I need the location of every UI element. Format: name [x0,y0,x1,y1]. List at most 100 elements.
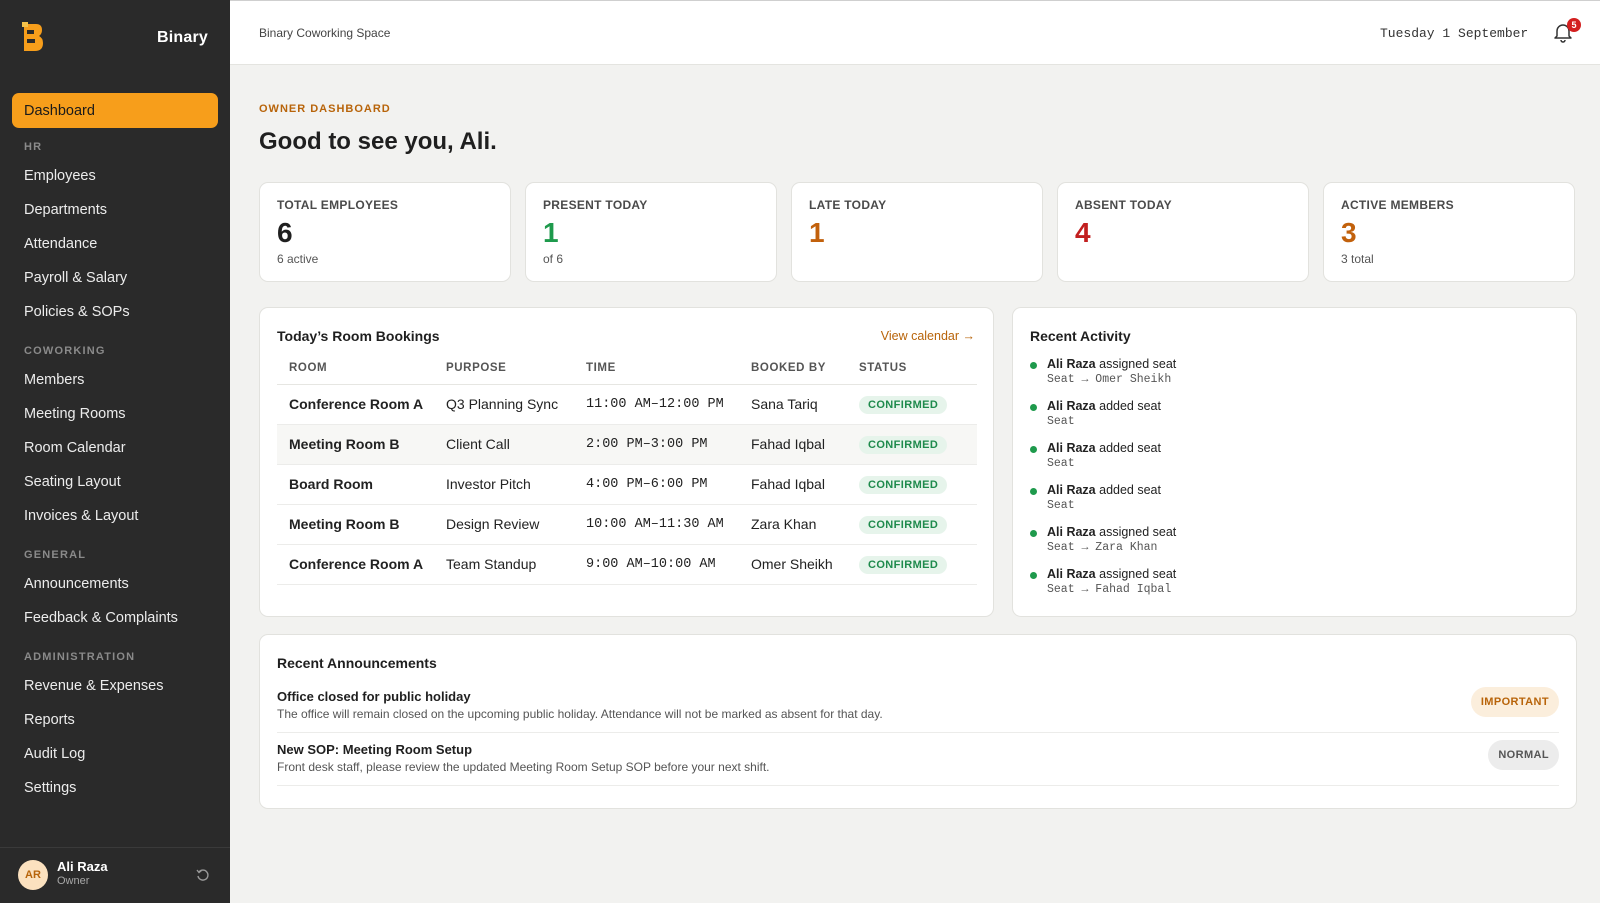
activity-action: assigned seat [1099,357,1177,371]
booking-status-cell: CONFIRMED [847,504,977,545]
announcement-item[interactable]: New SOP: Meeting Room Setup Front desk s… [277,733,1559,786]
brand[interactable]: Binary [22,22,208,56]
activity-actor: Ali Raza [1047,567,1096,581]
workspace-name: Binary Coworking Space [259,26,391,40]
activity-detail: Seat → Fahad Iqbal [1047,583,1172,596]
stat-card-late-today[interactable]: LATE TODAY 1 [791,182,1043,282]
announcement-body: Front desk staff, please review the upda… [277,760,770,774]
status-badge: CONFIRMED [859,555,948,574]
sidebar-item-settings[interactable]: Settings [24,780,214,796]
booking-time: 4:00 PM–6:00 PM [574,464,739,505]
booking-purpose: Design Review [434,504,574,545]
activity-line: Ali Raza assigned seat [1047,567,1176,581]
activity-line: Ali Raza added seat [1047,483,1161,497]
sidebar-section-hr: HR [24,141,43,153]
activity-action: added seat [1099,483,1161,497]
activity-action: added seat [1099,399,1161,413]
booking-time: 2:00 PM–3:00 PM [574,424,739,465]
sidebar-item-feedback[interactable]: Feedback & Complaints [24,610,214,626]
sidebar-item-employees[interactable]: Employees [24,168,214,184]
page-eyebrow: OWNER DASHBOARD [259,103,391,115]
booking-booked-by: Zara Khan [739,504,847,545]
activity-dot-icon [1030,530,1037,537]
stat-card-total-employees[interactable]: TOTAL EMPLOYEES 6 6 active [259,182,511,282]
activity-line: Ali Raza assigned seat [1047,525,1176,539]
sidebar-item-invoices[interactable]: Invoices & Layout [24,508,214,524]
activity-action: assigned seat [1099,567,1177,581]
activity-actor: Ali Raza [1047,399,1096,413]
column-header-room[interactable]: ROOM [277,352,434,385]
current-date: Tuesday 1 September [1380,26,1529,41]
announcement-item[interactable]: Office closed for public holiday The off… [277,680,1559,733]
recent-announcements-card: Recent Announcements Office closed for p… [259,634,1577,809]
booking-status-cell: CONFIRMED [847,384,977,425]
activity-actor: Ali Raza [1047,357,1096,371]
stat-subtext: of 6 [543,252,564,266]
sidebar-item-room-calendar[interactable]: Room Calendar [24,440,214,456]
stat-value: 4 [1075,217,1091,248]
sidebar-item-attendance[interactable]: Attendance [24,236,214,252]
user-name: Ali Raza [57,859,108,874]
booking-status-cell: CONFIRMED [847,544,977,585]
sidebar-item-policies[interactable]: Policies & SOPs [24,304,214,320]
stat-card-absent-today[interactable]: ABSENT TODAY 4 [1057,182,1309,282]
binary-logo-icon [22,22,43,51]
sidebar-item-departments[interactable]: Departments [24,202,214,218]
sidebar-item-announcements[interactable]: Announcements [24,576,214,592]
announcement-title: Office closed for public holiday [277,689,471,704]
recent-announcements-title: Recent Announcements [277,655,437,671]
column-header-status[interactable]: STATUS [847,352,977,385]
activity-dot-icon [1030,404,1037,411]
column-header-booked-by[interactable]: BOOKED BY [739,352,847,385]
booking-purpose: Investor Pitch [434,464,574,505]
table-row[interactable]: Board Room Investor Pitch 4:00 PM–6:00 P… [277,464,977,505]
booking-time: 9:00 AM–10:00 AM [574,544,739,585]
booking-room: Meeting Room B [277,504,434,545]
sidebar-item-audit-log[interactable]: Audit Log [24,746,214,762]
notification-count-badge: 5 [1567,18,1581,32]
recent-activity-card: Recent Activity Ali Raza assigned seat S… [1012,307,1577,617]
table-row[interactable]: Conference Room A Q3 Planning Sync 11:00… [277,384,977,425]
recent-activity-title: Recent Activity [1030,328,1131,344]
view-calendar-link[interactable]: View calendar → [881,329,975,343]
booking-room: Conference Room A [277,544,434,585]
stat-label: ABSENT TODAY [1075,198,1172,212]
sidebar-item-meeting-rooms[interactable]: Meeting Rooms [24,406,214,422]
topbar: Binary Coworking Space Tuesday 1 Septemb… [230,0,1600,65]
column-header-time[interactable]: TIME [574,352,739,385]
table-row[interactable]: Meeting Room B Design Review 10:00 AM–11… [277,504,977,545]
sidebar-item-dashboard[interactable]: Dashboard [12,93,218,128]
booking-booked-by: Fahad Iqbal [739,424,847,465]
sidebar-item-reports[interactable]: Reports [24,712,214,728]
priority-badge: NORMAL [1488,740,1559,770]
table-row[interactable]: Meeting Room B Client Call 2:00 PM–3:00 … [277,424,977,465]
sidebar-item-revenue[interactable]: Revenue & Expenses [24,678,214,694]
status-badge: CONFIRMED [859,435,948,454]
stat-label: ACTIVE MEMBERS [1341,198,1454,212]
status-badge: CONFIRMED [859,515,948,534]
activity-actor: Ali Raza [1047,483,1096,497]
status-badge: CONFIRMED [859,395,948,414]
activity-action: added seat [1099,441,1161,455]
stat-value: 1 [809,217,825,248]
activity-line: Ali Raza added seat [1047,399,1161,413]
sidebar-item-payroll[interactable]: Payroll & Salary [24,270,214,286]
booking-booked-by: Omer Sheikh [739,544,847,585]
sidebar-item-seating-layout[interactable]: Seating Layout [24,474,214,490]
booking-room: Board Room [277,464,434,505]
sidebar-section-coworking: COWORKING [24,345,106,357]
switch-account-icon[interactable] [196,868,210,882]
booking-status-cell: CONFIRMED [847,464,977,505]
room-bookings-card: Today’s Room Bookings View calendar → RO… [259,307,994,617]
booking-purpose: Client Call [434,424,574,465]
table-row[interactable]: Conference Room A Team Standup 9:00 AM–1… [277,544,977,585]
sidebar-item-members[interactable]: Members [24,372,214,388]
stat-card-active-members[interactable]: ACTIVE MEMBERS 3 3 total [1323,182,1575,282]
sidebar-section-general: GENERAL [24,549,87,561]
stat-card-present-today[interactable]: PRESENT TODAY 1 of 6 [525,182,777,282]
column-header-purpose[interactable]: PURPOSE [434,352,574,385]
user-profile[interactable]: AR Ali Raza Owner [0,847,230,903]
activity-detail: Seat → Omer Sheikh [1047,373,1172,386]
booking-purpose: Team Standup [434,544,574,585]
page-title: Good to see you, Ali. [259,128,497,155]
